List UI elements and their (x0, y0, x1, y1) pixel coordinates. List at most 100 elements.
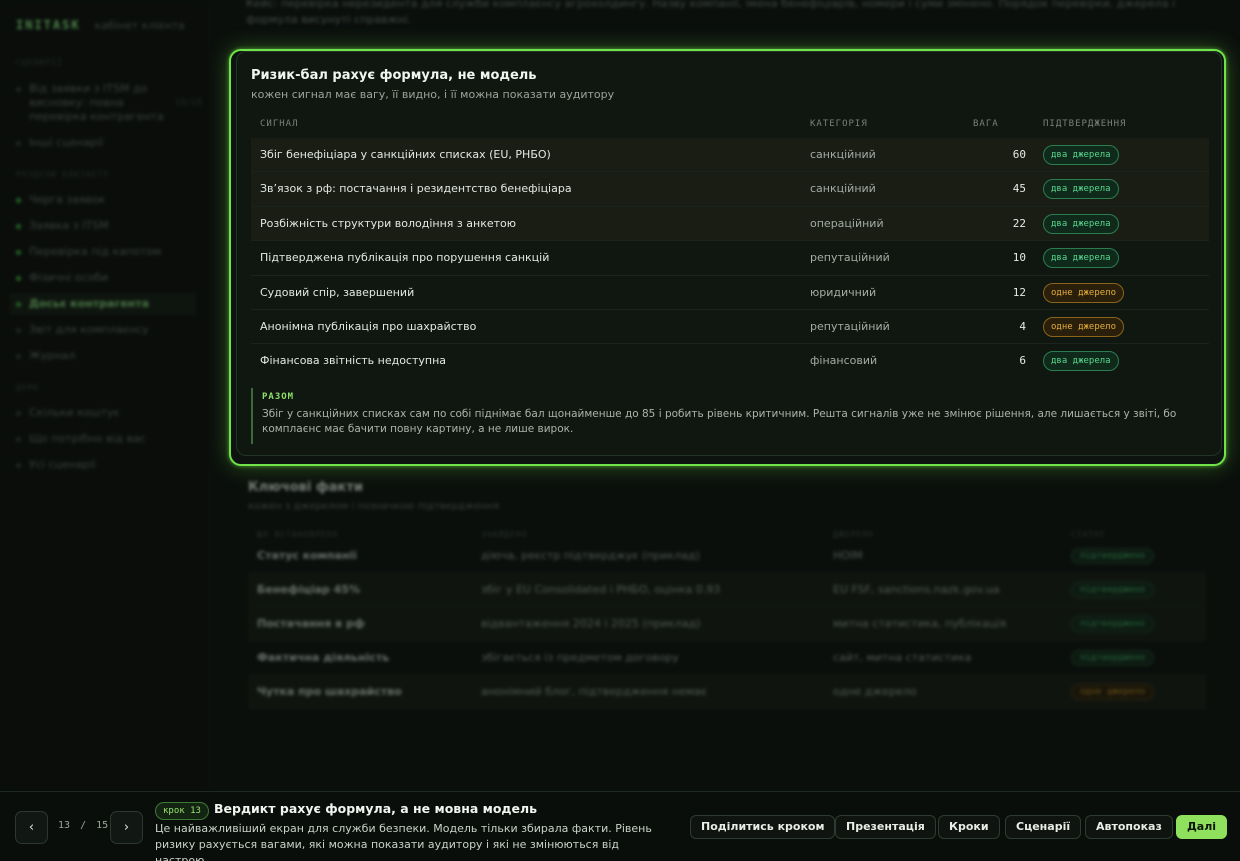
sidebar-item-label: Журнал (29, 349, 76, 362)
column-header-weight: ВАГА (973, 119, 999, 129)
fact-source: сайт, митна статистика (833, 651, 972, 664)
sidebar-section-scenarios: СЦЕНАРІЇ (16, 58, 63, 67)
signal-weight: 10 (1012, 251, 1026, 265)
current-step: 13 (58, 820, 71, 831)
sidebar-item-label: Досьє контрагента (29, 297, 150, 310)
next-step-arrow-button[interactable]: › (110, 811, 143, 844)
signal-category: операційний (810, 216, 884, 230)
fact-name: Фактична діяльність (257, 651, 390, 664)
table-row: Фактична діяльність збігається із предме… (248, 641, 1206, 675)
sidebar-item-other-scenarios[interactable]: Інші сценарії (16, 136, 202, 150)
sidebar-item-requirements[interactable]: Що потрібно від вас (16, 432, 202, 446)
step-separator: / (80, 820, 87, 831)
column-header: ЩО ВСТАНОВЛЕНО (257, 530, 339, 539)
sidebar-item-label: Скільки коштує (29, 406, 120, 419)
confirmation-badge: два джерела (1043, 179, 1119, 200)
prev-step-button[interactable]: ‹ (15, 811, 48, 844)
sidebar-item-persons[interactable]: Фізичні особи (16, 271, 202, 285)
sidebar-item-label: Черга заявок (29, 193, 106, 206)
signal-category: юридичний (810, 285, 877, 299)
signal-name: Підтверджена публікація про порушення са… (260, 251, 550, 265)
fact-source: одне джерело (833, 685, 917, 698)
confirmation-badge: два джерела (1043, 145, 1119, 165)
table-row: Розбіжність структури володіння з анкето… (251, 206, 1209, 242)
table-row: Постачання в рф відвантаження 2024 і 202… (248, 607, 1206, 641)
scenarios-button[interactable]: Сценарії (1005, 815, 1082, 839)
bullet-icon (16, 141, 21, 146)
bullet-icon (16, 463, 21, 468)
fact-source: EU FSF, sanctions.nazk.gov.ua (833, 583, 1000, 596)
fact-found: збігається із предметом договору (481, 651, 679, 664)
status-badge: підтверджено (1071, 547, 1155, 564)
sidebar-item-dossier[interactable]: Досьє контрагента (10, 293, 196, 315)
bullet-icon (16, 87, 21, 92)
table-row: Бенефіціар 45% збіг у EU Consolidated і … (248, 573, 1206, 607)
sidebar-item-label: Інші сценарії (29, 136, 104, 149)
app-logo: INITASK (16, 18, 81, 32)
bullet-icon (16, 411, 21, 416)
table-row: Статус компанії діюча, реєстр підтверджу… (248, 539, 1206, 573)
chevron-right-icon: › (123, 820, 130, 835)
panel-subtitle: кожен сигнал має вагу, її видно, і її мо… (251, 88, 615, 101)
walkthrough-bar: ‹ 13 / 15 › крок 13 Вердикт рахує формул… (0, 791, 1240, 861)
column-header: ЗНАЙДЕНО (481, 530, 528, 539)
sidebar-item-pricing[interactable]: Скільки коштує (16, 406, 202, 420)
steps-button[interactable]: Кроки (938, 815, 1000, 839)
sidebar-item-label: Що потрібно від вас (29, 432, 146, 445)
sidebar-item-label: Усі сценарії (29, 458, 96, 471)
sidebar-item-label: Звіт для комплаєнсу (29, 323, 149, 336)
signal-weight: 4 (1019, 319, 1026, 333)
sidebar-item-main-scenario[interactable]: Від заявки з ITSM до висновку: повна пер… (16, 82, 202, 124)
bullet-icon (16, 437, 21, 442)
status-badge: підтверджено (1071, 615, 1155, 632)
sidebar-item-itsm[interactable]: Заявка з ITSM (16, 219, 202, 233)
signal-category: санкційний (810, 148, 876, 161)
sidebar-item-label: Від заявки з ITSM до висновку: повна пер… (29, 82, 164, 123)
chevron-left-icon: ‹ (28, 820, 35, 835)
key-facts-section: Ключові факти кожен з джерелом і позначк… (248, 480, 1206, 709)
signals-table: Збіг бенефіціара у санкційних списках (E… (251, 138, 1209, 379)
key-facts-subtitle: кожен з джерелом і позначкою підтверджен… (248, 501, 500, 512)
brand: INITASK кабінет клієнта (16, 18, 185, 32)
key-facts-title: Ключові факти (248, 480, 363, 495)
sidebar-item-queue[interactable]: Черга заявок (16, 193, 202, 207)
confirmation-badge: два джерела (1043, 248, 1119, 269)
table-row: Судовий спір, завершений юридичний 12 од… (251, 276, 1209, 310)
sidebar-item-all-scenarios[interactable]: Усі сценарії (16, 458, 202, 472)
step-counter: 13 / 15 (58, 820, 108, 831)
status-badge: одне джерело (1071, 683, 1155, 700)
fact-source: НОІМ (833, 549, 863, 562)
fact-found: відвантаження 2024 і 2025 (приклад) (481, 617, 701, 630)
sidebar-item-journal[interactable]: Журнал (16, 349, 202, 363)
autoplay-button[interactable]: Автопоказ (1085, 815, 1173, 839)
scenario-progress: 15/15 (174, 98, 202, 108)
bullet-icon (16, 276, 21, 281)
table-row: Анонімна публікація про шахрайство репут… (251, 310, 1209, 345)
fact-name: Бенефіціар 45% (257, 583, 360, 596)
signal-name: Розбіжність структури володіння з анкето… (260, 216, 517, 230)
sidebar-item-under-hood[interactable]: Перевірка під капотом (16, 245, 202, 259)
presentation-button[interactable]: Презентація (835, 815, 936, 839)
signal-weight: 60 (1012, 148, 1026, 161)
signal-weight: 22 (1012, 216, 1026, 230)
sidebar: INITASK кабінет клієнта СЦЕНАРІЇ Від зая… (0, 0, 210, 790)
panel-title: Ризик-бал рахує формула, не модель (251, 68, 537, 83)
sidebar-section-demo: ДЕМО (16, 383, 40, 392)
share-step-button[interactable]: Поділитись кроком (690, 815, 836, 839)
signal-name: Фінансова звітність недоступна (260, 354, 447, 368)
table-row: Збіг бенефіціара у санкційних списках (E… (251, 138, 1209, 173)
signal-weight: 45 (1012, 182, 1026, 196)
status-badge: підтверджено (1071, 581, 1155, 598)
fact-found: анонімний блог, підтвердження немає (481, 685, 707, 698)
table-header: СИГНАЛ КАТЕГОРІЯ ВАГА ПІДТВЕРДЖЕННЯ (251, 119, 1209, 133)
table-row: Фінансова звітність недоступна фінансови… (251, 344, 1209, 378)
table-row: Зв’язок з рф: постачання і резидентство … (251, 172, 1209, 207)
confirmation-badge: одне джерело (1043, 316, 1125, 337)
bullet-icon (16, 354, 21, 359)
next-button[interactable]: Далі (1176, 815, 1228, 839)
sidebar-item-label: Фізичні особи (29, 271, 109, 284)
signal-name: Анонімна публікація про шахрайство (260, 319, 477, 333)
sidebar-item-report[interactable]: Звіт для комплаєнсу (16, 323, 202, 337)
fact-name: Постачання в рф (257, 617, 365, 630)
step-title: Вердикт рахує формула, а не мовна модель (214, 801, 538, 816)
